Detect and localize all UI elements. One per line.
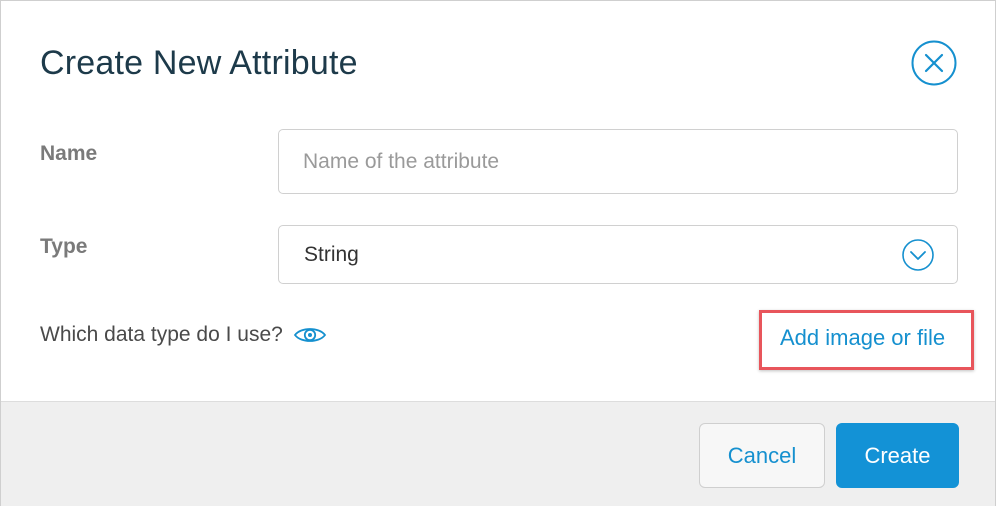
- data-type-help[interactable]: Which data type do I use?: [40, 323, 327, 347]
- name-input[interactable]: [278, 129, 958, 194]
- create-attribute-dialog: Create New Attribute Name Type String Wh…: [0, 0, 996, 506]
- type-select[interactable]: String: [278, 225, 958, 284]
- dialog-footer: Cancel Create: [1, 401, 995, 506]
- dialog-title: Create New Attribute: [40, 44, 358, 82]
- close-icon: [911, 40, 957, 86]
- name-label: Name: [40, 142, 98, 165]
- cancel-button[interactable]: Cancel: [699, 423, 825, 488]
- type-label: Type: [40, 235, 88, 258]
- create-button[interactable]: Create: [836, 423, 959, 488]
- add-image-or-file-link[interactable]: Add image or file: [780, 325, 945, 351]
- eye-icon[interactable]: [293, 324, 327, 346]
- chevron-down-icon[interactable]: [902, 239, 934, 271]
- type-select-value: String: [304, 243, 359, 266]
- help-text: Which data type do I use?: [40, 323, 283, 346]
- close-button[interactable]: [911, 40, 957, 86]
